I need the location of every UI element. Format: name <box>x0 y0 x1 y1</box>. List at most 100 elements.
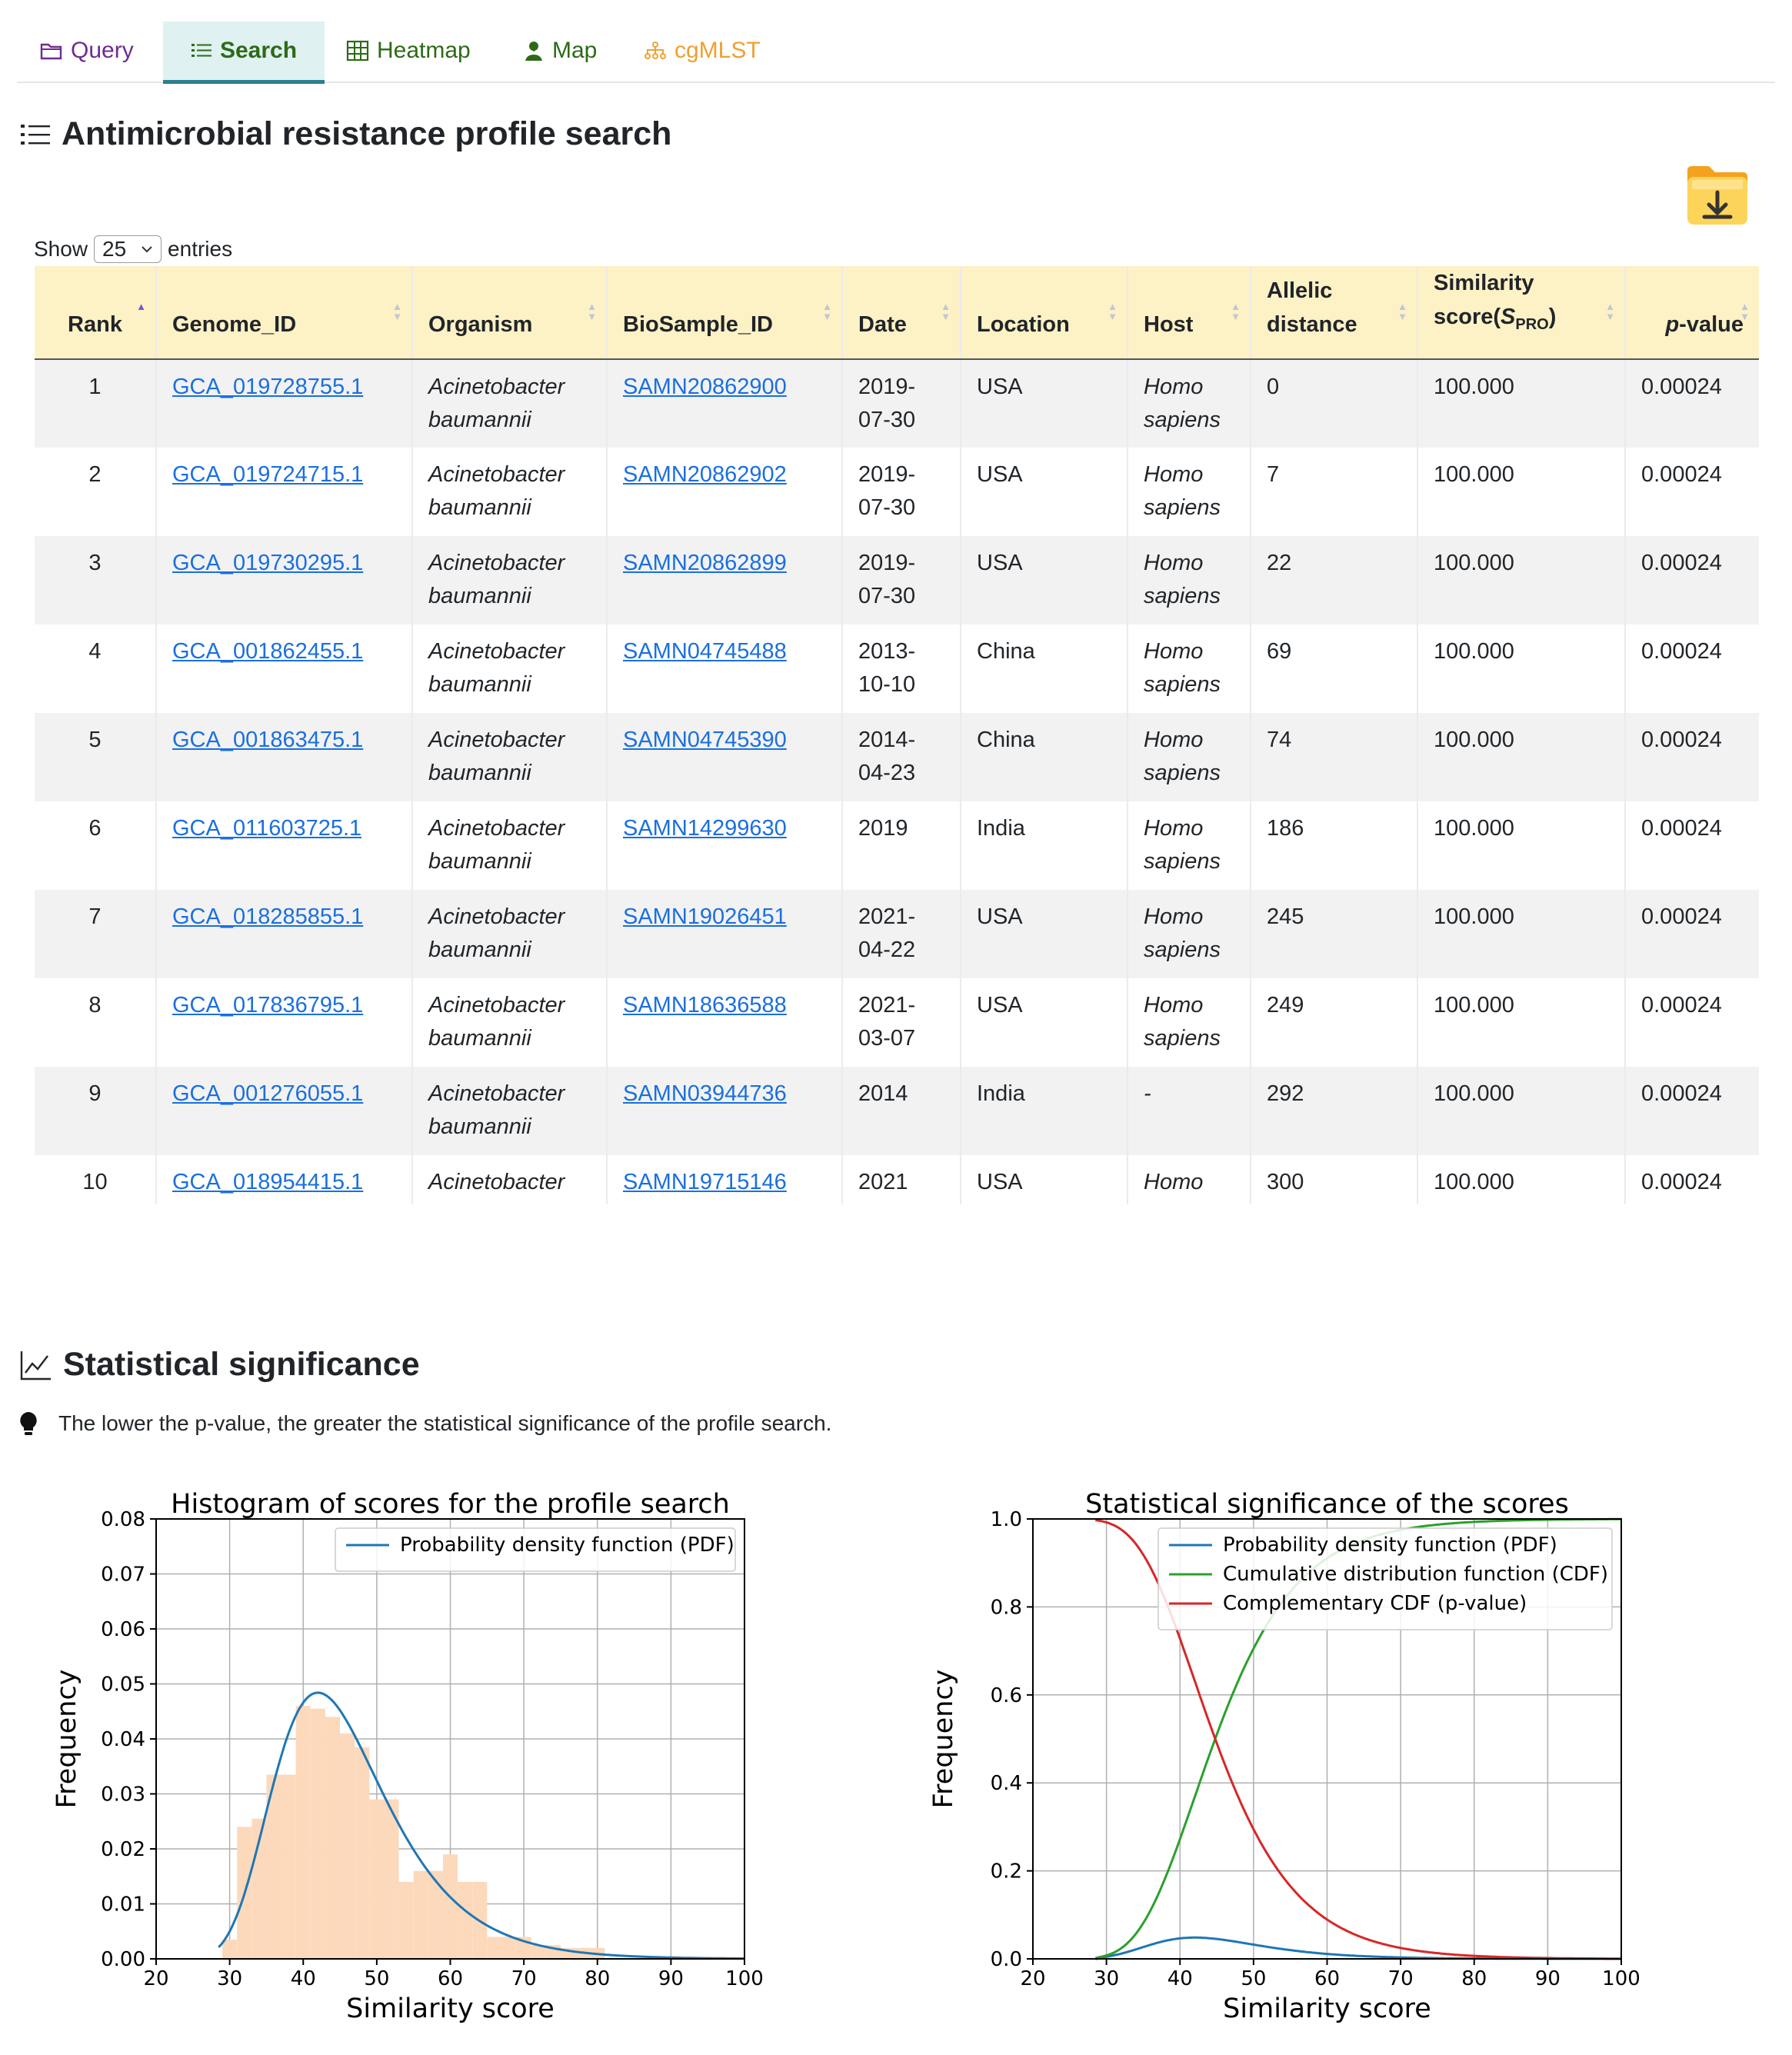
genome-id-link[interactable]: GCA_017836795.1 <box>172 993 363 1018</box>
col-header-biosample-id[interactable]: BioSample_ID ▲ ▼ <box>606 266 842 360</box>
legend-label: Cumulative distribution function (CDF) <box>1223 1563 1608 1586</box>
cell-location: India <box>960 1066 1127 1155</box>
col-header-rank[interactable]: Rank ▲ <box>35 266 156 360</box>
cell-rank: 6 <box>35 801 156 890</box>
table-row: 5 GCA_001863475.1 Acinetobacter baumannii SA… <box>35 712 1759 801</box>
biosample-id-link[interactable]: SAMN14299630 <box>623 816 787 841</box>
col-header-genome-id[interactable]: Genome_ID ▲ ▼ <box>155 266 412 360</box>
cell-genome-id[interactable]: GCA_017836795.1 <box>155 978 412 1067</box>
cell-biosample-id[interactable]: SAMN03944736 <box>606 1066 842 1155</box>
histogram-chart: Histogram of scores for the profile sear… <box>52 1489 764 2024</box>
tab-heatmap[interactable]: Heatmap <box>346 22 471 80</box>
biosample-id-link[interactable]: SAMN04745488 <box>623 639 787 664</box>
tab-query[interactable]: Query <box>40 22 134 80</box>
cell-organism: Acinetobacter baumannii <box>411 712 607 801</box>
list-icon <box>191 42 212 59</box>
biosample-id-link[interactable]: SAMN20862899 <box>623 551 787 575</box>
chart-title: Statistical significance of the scores <box>1085 1489 1569 1520</box>
col-header-p-value[interactable]: p-value ▲ ▼ <box>1624 266 1759 360</box>
cell-allelic-distance: 69 <box>1250 624 1417 713</box>
genome-id-link[interactable]: GCA_001276055.1 <box>172 1081 363 1106</box>
genome-id-link[interactable]: GCA_018285855.1 <box>172 904 363 929</box>
download-button[interactable] <box>1684 163 1750 229</box>
tab-map[interactable]: Map <box>523 22 597 80</box>
cell-genome-id[interactable]: GCA_011603725.1 <box>155 801 412 890</box>
genome-id-link[interactable]: GCA_019730295.1 <box>172 551 363 575</box>
cell-biosample-id[interactable]: SAMN14299630 <box>606 801 842 890</box>
cell-p-value: 0.00024 <box>1624 624 1759 713</box>
genome-id-link[interactable]: GCA_011603725.1 <box>172 816 361 841</box>
cell-allelic-distance-text: 74 <box>1267 727 1292 752</box>
biosample-id-link[interactable]: SAMN03944736 <box>623 1081 787 1106</box>
col-header-similarity-score[interactable]: Similarity score(SPRO) ▲ ▼ <box>1417 266 1625 360</box>
cell-genome-id[interactable]: GCA_001862455.1 <box>155 624 412 713</box>
chevron-down-icon <box>142 246 152 253</box>
col-header-organism[interactable]: Organism ▲ ▼ <box>411 266 607 360</box>
cell-biosample-id[interactable]: SAMN19026451 <box>606 889 842 978</box>
hierarchy-icon <box>644 41 667 61</box>
cell-allelic-distance-text: 186 <box>1267 815 1304 841</box>
histogram-bar <box>428 1870 443 1959</box>
cell-similarity-score: 100.000 <box>1417 801 1625 890</box>
cell-genome-id[interactable]: GCA_001863475.1 <box>155 712 412 801</box>
series-line <box>1095 1936 1621 1960</box>
cell-host-text: - <box>1144 1081 1151 1106</box>
biosample-id-link[interactable]: SAMN20862902 <box>623 462 787 487</box>
cell-date: 2019- 07-30 <box>841 358 961 448</box>
cell-organism: Acinetobacter baumannii <box>411 1154 607 1204</box>
cell-allelic-distance: 292 <box>1250 1066 1417 1155</box>
col-header-date[interactable]: Date ▲ ▼ <box>841 266 961 360</box>
x-tick-label: 100 <box>725 1967 764 1990</box>
cell-genome-id[interactable]: GCA_018285855.1 <box>155 889 412 978</box>
genome-id-link[interactable]: GCA_019728755.1 <box>172 375 363 399</box>
genome-id-link[interactable]: GCA_019724715.1 <box>172 462 363 487</box>
cell-host-text: sapiens <box>1144 1203 1221 1204</box>
cell-biosample-id[interactable]: SAMN19715146 <box>606 1154 842 1204</box>
list-icon <box>20 122 51 147</box>
genome-id-link[interactable]: GCA_001863475.1 <box>172 728 363 752</box>
cell-date-text: 2021 <box>858 1169 908 1194</box>
cell-organism-text: baumannii <box>428 671 531 697</box>
col-header-allelic-distance[interactable]: Allelic distance ▲ ▼ <box>1250 266 1417 360</box>
cell-biosample-id[interactable]: SAMN18636588 <box>606 978 842 1067</box>
genome-id-link[interactable]: GCA_001862455.1 <box>172 639 363 664</box>
cell-genome-id[interactable]: GCA_019724715.1 <box>155 447 412 536</box>
cell-p-value: 0.00024 <box>1624 1066 1759 1155</box>
results-table: Rank ▲ Genome_ID ▲ ▼ Organism ▲ ▼ BioSample_I… <box>35 266 1759 1204</box>
histogram-bar <box>355 1747 370 1959</box>
biosample-id-link[interactable]: SAMN04745390 <box>623 728 787 752</box>
cell-biosample-id[interactable]: SAMN20862899 <box>606 535 842 624</box>
cell-rank: 8 <box>35 978 156 1067</box>
cell-rank-text: 5 <box>88 727 102 752</box>
biosample-id-link[interactable]: SAMN20862900 <box>623 375 787 399</box>
cell-organism: Acinetobacter baumannii <box>411 978 607 1067</box>
x-tick-label: 20 <box>1020 1967 1045 1990</box>
cell-location-text: USA <box>977 461 1023 487</box>
col-header-location[interactable]: Location ▲ ▼ <box>960 266 1127 360</box>
col-header-host[interactable]: Host ▲ ▼ <box>1127 266 1251 360</box>
cell-biosample-id[interactable]: SAMN20862902 <box>606 447 842 536</box>
cell-genome-id[interactable]: GCA_001276055.1 <box>155 1066 412 1155</box>
cell-organism: Acinetobacter baumannii <box>411 358 607 448</box>
cell-biosample-id[interactable]: SAMN04745488 <box>606 624 842 713</box>
entries-select[interactable]: 25 <box>94 235 162 263</box>
genome-id-link[interactable]: GCA_018954415.1 <box>172 1170 363 1194</box>
cell-genome-id[interactable]: GCA_018954415.1 <box>155 1154 412 1204</box>
biosample-id-link[interactable]: SAMN19026451 <box>623 904 787 929</box>
table-row: 2 GCA_019724715.1 Acinetobacter baumannii SA… <box>35 447 1759 536</box>
col-header-similarity-sub: PRO <box>1515 315 1549 333</box>
cell-genome-id[interactable]: GCA_019730295.1 <box>155 535 412 624</box>
tab-search[interactable]: Search <box>163 22 325 84</box>
cell-similarity-score: 100.000 <box>1417 358 1625 448</box>
cell-biosample-id[interactable]: SAMN04745390 <box>606 712 842 801</box>
cell-genome-id[interactable]: GCA_019728755.1 <box>155 358 412 448</box>
biosample-id-link[interactable]: SAMN19715146 <box>623 1170 787 1194</box>
cell-biosample-id[interactable]: SAMN20862900 <box>606 358 842 448</box>
cell-similarity-score-text: 100.000 <box>1434 727 1514 752</box>
cell-organism-text: baumannii <box>428 1025 531 1051</box>
tab-cgmlst[interactable]: cgMLST <box>644 22 761 80</box>
biosample-id-link[interactable]: SAMN18636588 <box>623 993 787 1018</box>
cell-similarity-score: 100.000 <box>1417 535 1625 624</box>
y-tick-label: 1.0 <box>991 1508 1022 1531</box>
cell-similarity-score-text: 100.000 <box>1434 815 1514 841</box>
